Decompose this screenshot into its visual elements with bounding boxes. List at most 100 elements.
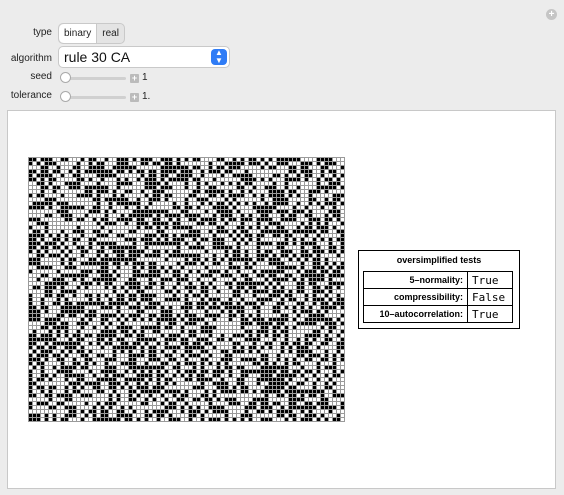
grid-cell xyxy=(245,158,248,161)
grid-cell xyxy=(221,298,224,301)
grid-cell xyxy=(153,226,156,229)
grid-cell xyxy=(177,174,180,177)
grid-cell xyxy=(29,166,32,169)
grid-cell xyxy=(313,190,316,193)
grid-cell xyxy=(161,294,164,297)
grid-cell xyxy=(285,398,288,401)
tolerance-slider-thumb[interactable] xyxy=(60,91,71,102)
grid-cell xyxy=(193,294,196,297)
grid-cell xyxy=(245,350,248,353)
grid-cell xyxy=(217,302,220,305)
grid-cell xyxy=(29,290,32,293)
type-option-real[interactable]: real xyxy=(97,24,124,43)
grid-cell xyxy=(333,178,336,181)
grid-cell xyxy=(277,346,280,349)
expand-icon[interactable]: + xyxy=(546,9,557,20)
grid-cell xyxy=(209,258,212,261)
grid-cell xyxy=(49,254,52,257)
grid-cell xyxy=(305,390,308,393)
grid-cell xyxy=(117,298,120,301)
grid-cell xyxy=(53,386,56,389)
grid-cell xyxy=(173,170,176,173)
grid-cell xyxy=(317,202,320,205)
grid-cell xyxy=(221,310,224,313)
type-option-binary[interactable]: binary xyxy=(59,24,98,43)
grid-cell xyxy=(141,234,144,237)
grid-cell xyxy=(337,326,340,329)
grid-cell xyxy=(201,290,204,293)
type-setter[interactable]: binary real xyxy=(58,23,125,44)
grid-cell xyxy=(69,186,72,189)
grid-cell xyxy=(57,342,60,345)
tolerance-plus-icon[interactable]: + xyxy=(130,93,139,102)
grid-cell xyxy=(333,294,336,297)
grid-cell xyxy=(245,314,248,317)
grid-cell xyxy=(217,226,220,229)
grid-cell xyxy=(225,190,228,193)
grid-cell xyxy=(117,370,120,373)
grid-cell xyxy=(141,166,144,169)
grid-cell xyxy=(133,242,136,245)
grid-cell xyxy=(197,230,200,233)
grid-cell xyxy=(265,382,268,385)
grid-cell xyxy=(189,222,192,225)
grid-cell xyxy=(157,370,160,373)
grid-cell xyxy=(305,198,308,201)
grid-cell xyxy=(241,230,244,233)
seed-slider[interactable] xyxy=(60,72,126,83)
grid-cell xyxy=(301,318,304,321)
grid-cell xyxy=(265,358,268,361)
grid-cell xyxy=(305,402,308,405)
grid-cell xyxy=(29,226,32,229)
grid-cell xyxy=(137,202,140,205)
grid-cell xyxy=(181,286,184,289)
grid-cell xyxy=(269,342,272,345)
grid-cell xyxy=(201,266,204,269)
grid-cell xyxy=(341,222,344,225)
grid-cell xyxy=(169,298,172,301)
algorithm-popup[interactable]: rule 30 CA ▲ ▼ xyxy=(58,46,230,68)
grid-cell xyxy=(205,214,208,217)
grid-cell xyxy=(301,382,304,385)
grid-cell xyxy=(273,158,276,161)
grid-cell xyxy=(137,338,140,341)
grid-cell xyxy=(309,310,312,313)
grid-cell xyxy=(181,178,184,181)
grid-cell xyxy=(37,274,40,277)
grid-cell xyxy=(85,358,88,361)
grid-cell xyxy=(337,266,340,269)
grid-cell xyxy=(89,362,92,365)
seed-slider-thumb[interactable] xyxy=(60,72,71,83)
seed-plus-icon[interactable]: + xyxy=(130,74,139,83)
grid-cell xyxy=(57,258,60,261)
grid-cell xyxy=(53,350,56,353)
grid-cell xyxy=(181,274,184,277)
grid-cell xyxy=(105,302,108,305)
grid-cell xyxy=(105,226,108,229)
grid-cell xyxy=(49,338,52,341)
grid-cell xyxy=(53,214,56,217)
grid-cell xyxy=(37,206,40,209)
grid-cell xyxy=(265,322,268,325)
grid-cell xyxy=(61,314,64,317)
grid-cell xyxy=(45,162,48,165)
grid-cell xyxy=(289,362,292,365)
grid-cell xyxy=(149,194,152,197)
grid-cell xyxy=(245,226,248,229)
grid-cell xyxy=(81,374,84,377)
grid-cell xyxy=(45,202,48,205)
grid-cell xyxy=(189,306,192,309)
grid-cell xyxy=(261,158,264,161)
grid-cell xyxy=(201,402,204,405)
grid-cell xyxy=(33,198,36,201)
grid-cell xyxy=(257,394,260,397)
grid-cell xyxy=(73,234,76,237)
grid-cell xyxy=(333,250,336,253)
grid-cell xyxy=(205,306,208,309)
grid-cell xyxy=(181,246,184,249)
grid-cell xyxy=(221,330,224,333)
grid-cell xyxy=(217,314,220,317)
grid-cell xyxy=(141,322,144,325)
tolerance-slider[interactable] xyxy=(60,91,126,102)
grid-cell xyxy=(329,210,332,213)
